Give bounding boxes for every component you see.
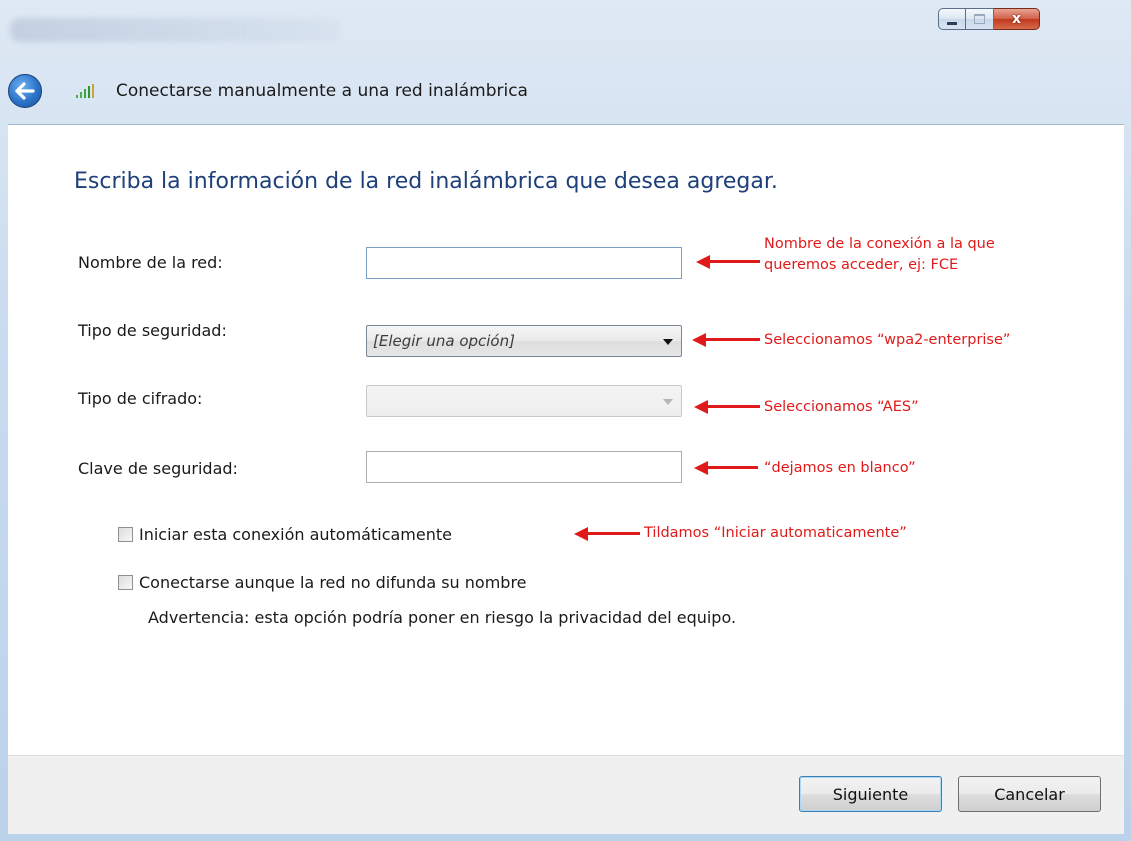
annotation-network-name-line1: Nombre de la conexión a la que	[764, 236, 995, 252]
connect-hidden-checkbox[interactable]	[118, 575, 133, 590]
annotation-arrow-network-name	[696, 255, 760, 269]
maximize-button[interactable]	[966, 8, 994, 30]
dropdown-arrow-icon	[663, 339, 673, 345]
window-title: Conectarse manualmente a una red inalámb…	[116, 81, 528, 101]
connect-hidden-row: Conectarse aunque la red no difunda su n…	[118, 573, 527, 592]
close-button[interactable]: x	[994, 8, 1040, 30]
annotation-arrow-security-type	[692, 333, 760, 347]
security-type-label: Tipo de seguridad:	[78, 321, 227, 340]
dropdown-arrow-icon	[663, 399, 673, 405]
annotation-auto-start: Tildamos “Iniciar automaticamente”	[644, 525, 907, 541]
wireless-signal-icon	[76, 84, 94, 98]
connect-hidden-label[interactable]: Conectarse aunque la red no difunda su n…	[139, 573, 527, 592]
network-name-label: Nombre de la red:	[78, 253, 223, 272]
page-heading: Escriba la información de la red inalámb…	[74, 169, 778, 194]
cancel-button[interactable]: Cancelar	[958, 776, 1101, 812]
maximize-icon	[974, 14, 985, 24]
blurred-background-title	[10, 18, 340, 42]
auto-start-row: Iniciar esta conexión automáticamente	[118, 525, 452, 544]
privacy-warning: Advertencia: esta opción podría poner en…	[148, 608, 737, 627]
security-type-select[interactable]: [Elegir una opción]	[366, 325, 682, 357]
next-button[interactable]: Siguiente	[799, 776, 942, 812]
annotation-arrow-auto-start	[574, 527, 640, 541]
close-icon: x	[1011, 11, 1022, 27]
auto-start-checkbox[interactable]	[118, 527, 133, 542]
annotation-arrow-security-key	[694, 461, 758, 475]
annotation-arrow-encryption-type	[694, 400, 760, 414]
back-arrow-icon	[15, 82, 35, 100]
security-key-label: Clave de seguridad:	[78, 459, 238, 478]
caption-buttons: x	[938, 8, 1040, 30]
annotation-security-key: “dejamos en blanco”	[764, 460, 916, 476]
encryption-type-label: Tipo de cifrado:	[78, 389, 203, 408]
security-key-input[interactable]	[366, 451, 682, 483]
security-type-value: [Elegir una opción]	[373, 332, 515, 350]
network-name-input[interactable]	[366, 247, 682, 279]
back-button[interactable]	[8, 74, 42, 108]
auto-start-label[interactable]: Iniciar esta conexión automáticamente	[139, 525, 452, 544]
minimize-icon	[947, 21, 957, 25]
annotation-security-type: Seleccionamos “wpa2-enterprise”	[764, 332, 1011, 348]
footer-bar: Siguiente Cancelar	[8, 755, 1124, 834]
navigation-bar: Conectarse manualmente a una red inalámb…	[8, 74, 528, 108]
annotation-encryption-type: Seleccionamos “AES”	[764, 399, 919, 415]
minimize-button[interactable]	[938, 8, 966, 30]
content-panel: Escriba la información de la red inalámb…	[8, 124, 1124, 757]
annotation-network-name-line2: queremos acceder, ej: FCE	[764, 257, 959, 273]
annotation-network-name: Nombre de la conexión a la que queremos …	[764, 234, 995, 276]
encryption-type-select[interactable]	[366, 385, 682, 417]
